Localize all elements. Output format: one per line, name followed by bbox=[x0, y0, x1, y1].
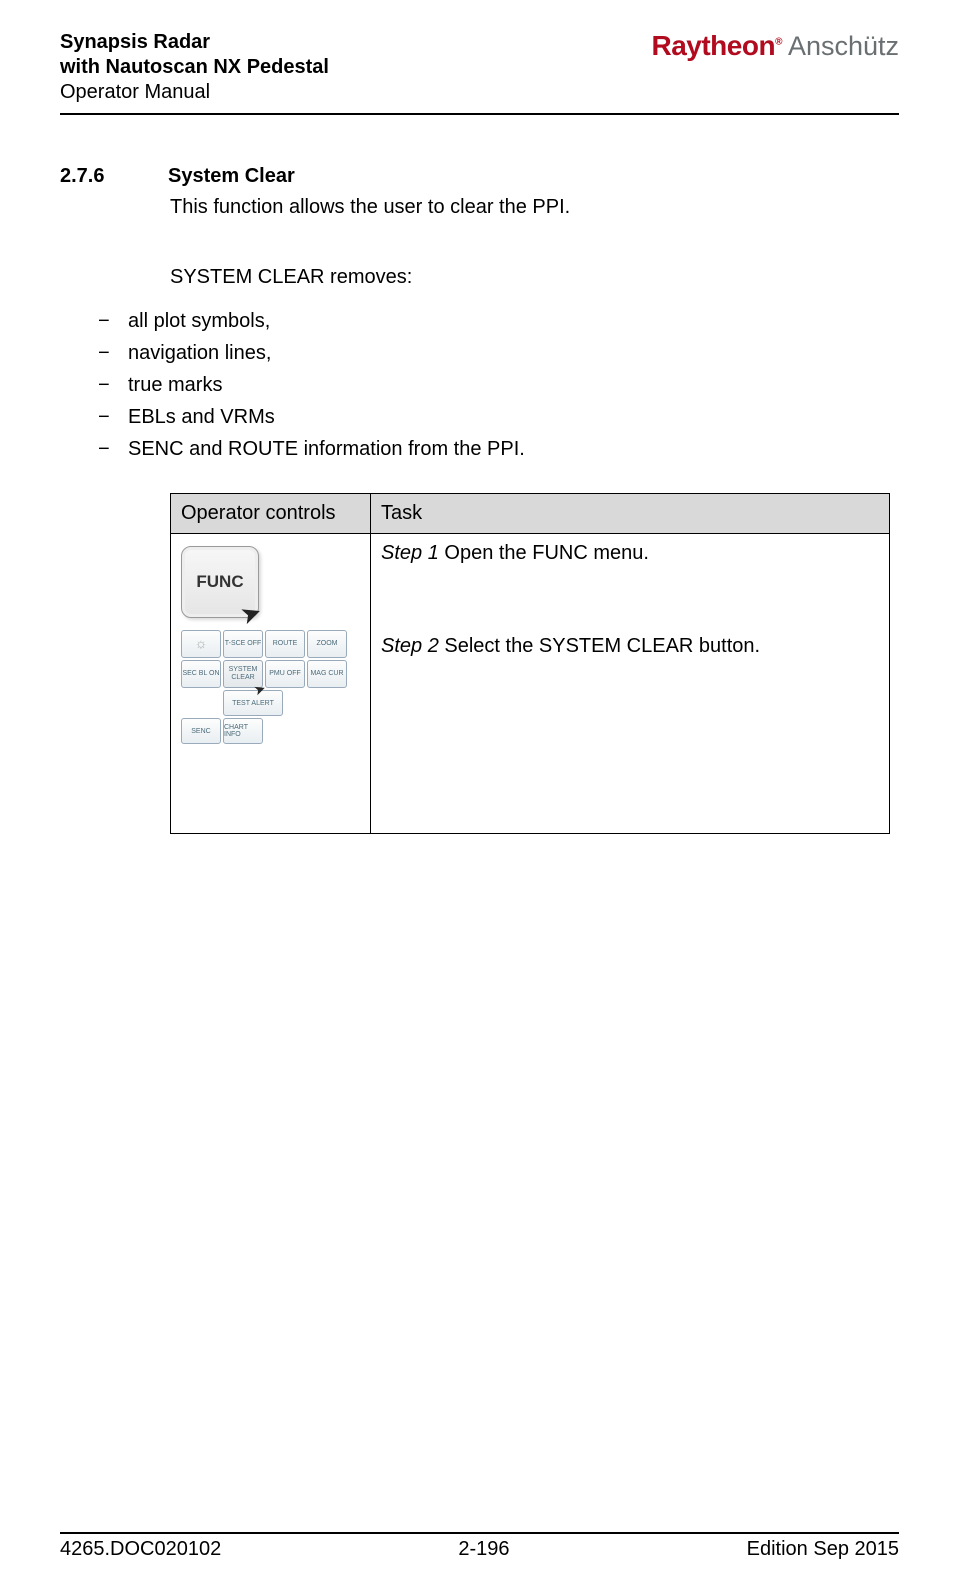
removes-list: all plot symbols, navigation lines, true… bbox=[98, 305, 899, 465]
step2-label: Step 2 bbox=[381, 635, 439, 657]
header-title-2: with Nautoscan NX Pedestal bbox=[60, 55, 329, 80]
col-header-task: Task bbox=[371, 494, 890, 534]
section-intro: This function allows the user to clear t… bbox=[170, 194, 899, 221]
brand-logo: Raytheon® Anschütz bbox=[651, 30, 899, 62]
header-subtitle: Operator Manual bbox=[60, 80, 329, 105]
system-clear-button[interactable]: SYSTEM CLEAR ➤ bbox=[223, 660, 263, 688]
operator-controls-cell: FUNC ➤ ☼ T-SCE OFF ROUTE ZOOM SEC BL ON … bbox=[171, 534, 371, 834]
mag-cur-button[interactable]: MAG CUR bbox=[307, 660, 347, 688]
list-item: navigation lines, bbox=[98, 337, 899, 369]
header-left: Synapsis Radar with Nautoscan NX Pedesta… bbox=[60, 30, 329, 105]
test-alert-button[interactable]: TEST ALERT bbox=[223, 690, 283, 716]
anschutz-logo-text: Anschütz bbox=[788, 31, 899, 62]
col-header-operator: Operator controls bbox=[171, 494, 371, 534]
page-footer: 4265.DOC020102 2-196 Edition Sep 2015 bbox=[60, 1532, 899, 1561]
func-button[interactable]: FUNC ➤ bbox=[181, 546, 259, 618]
func-illustration: FUNC ➤ ☼ T-SCE OFF ROUTE ZOOM SEC BL ON … bbox=[181, 542, 360, 744]
func-button-label: FUNC bbox=[196, 572, 243, 592]
section-title: System Clear bbox=[168, 165, 295, 188]
senc-button[interactable]: SENC bbox=[181, 718, 221, 744]
step1-text: Open the FUNC menu. bbox=[439, 542, 649, 564]
tsce-off-button[interactable]: T-SCE OFF bbox=[223, 630, 263, 658]
doc-id: 4265.DOC020102 bbox=[60, 1538, 221, 1561]
list-item: true marks bbox=[98, 369, 899, 401]
pmu-off-button[interactable]: PMU OFF bbox=[265, 660, 305, 688]
list-item: SENC and ROUTE information from the PPI. bbox=[98, 433, 899, 465]
step2-text: Select the SYSTEM CLEAR button. bbox=[439, 635, 760, 657]
section-number: 2.7.6 bbox=[60, 165, 120, 188]
brightness-button[interactable]: ☼ bbox=[181, 630, 221, 658]
operator-table: Operator controls Task FUNC ➤ ☼ T-SCE OF… bbox=[170, 493, 890, 834]
route-button[interactable]: ROUTE bbox=[265, 630, 305, 658]
raytheon-logo-text: Raytheon® bbox=[651, 30, 781, 62]
chart-info-button[interactable]: CHART INFO bbox=[223, 718, 263, 744]
removes-label: SYSTEM CLEAR removes: bbox=[170, 266, 899, 289]
step-1: Step 1 Open the FUNC menu. bbox=[381, 542, 879, 565]
header-right: Raytheon® Anschütz bbox=[651, 30, 899, 62]
func-menu-grid: ☼ T-SCE OFF ROUTE ZOOM SEC BL ON SYSTEM … bbox=[181, 630, 360, 688]
sec-bl-on-button[interactable]: SEC BL ON bbox=[181, 660, 221, 688]
cursor-icon: ➤ bbox=[238, 599, 264, 630]
task-cell: Step 1 Open the FUNC menu. Step 2 Select… bbox=[371, 534, 890, 834]
page-number: 2-196 bbox=[458, 1538, 509, 1561]
menu-row-3: TEST ALERT bbox=[181, 690, 360, 716]
list-item: all plot symbols, bbox=[98, 305, 899, 337]
zoom-button[interactable]: ZOOM bbox=[307, 630, 347, 658]
edition: Edition Sep 2015 bbox=[747, 1538, 899, 1561]
section-heading-row: 2.7.6 System Clear bbox=[60, 165, 899, 188]
page-header: Synapsis Radar with Nautoscan NX Pedesta… bbox=[60, 30, 899, 115]
list-item: EBLs and VRMs bbox=[98, 401, 899, 433]
menu-row-4: SENC CHART INFO bbox=[181, 718, 360, 744]
header-title-1: Synapsis Radar bbox=[60, 30, 329, 55]
step1-label: Step 1 bbox=[381, 542, 439, 564]
step-2: Step 2 Select the SYSTEM CLEAR button. bbox=[381, 635, 879, 658]
content-area: 2.7.6 System Clear This function allows … bbox=[60, 165, 899, 834]
